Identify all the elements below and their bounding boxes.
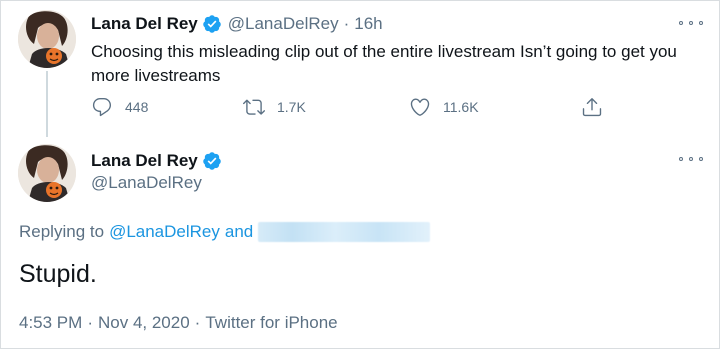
heart-icon (410, 98, 430, 116)
tweet-author: Lana Del Rey (91, 150, 228, 172)
replying-to: Replying to @LanaDelRey and (19, 220, 431, 244)
avatar[interactable] (18, 10, 76, 68)
reply-button[interactable]: 448 (91, 96, 148, 118)
display-name[interactable]: Lana Del Rey (91, 151, 198, 171)
tweet-header: Lana Del Rey @LanaDelRey · 16h (91, 13, 383, 35)
avatar[interactable] (18, 144, 76, 202)
tweet-source[interactable]: Twitter for iPhone (205, 313, 337, 332)
separator: · (343, 14, 350, 33)
tweet-text: Choosing this misleading clip out of the… (91, 42, 677, 85)
reply-icon (92, 98, 112, 117)
replying-label: Replying to (19, 222, 105, 241)
user-handle[interactable]: @LanaDelRey (228, 14, 339, 34)
tweet-card: Lana Del Rey @LanaDelRey · 16h Choosing … (0, 0, 720, 349)
share-button[interactable] (581, 96, 615, 118)
share-icon (582, 98, 602, 117)
retweet-icon (243, 99, 265, 115)
like-button[interactable]: 11.6K (409, 96, 479, 118)
tweet-actions: 448 1.7K 11.6K (91, 96, 711, 118)
retweet-button[interactable]: 1.7K (243, 96, 306, 118)
mention-link[interactable]: @LanaDelRey (109, 222, 220, 242)
display-name[interactable]: Lana Del Rey (91, 14, 198, 34)
separator: · (87, 313, 93, 332)
redacted-mention (258, 222, 431, 242)
tweet-meta: 4:53 PM · Nov 4, 2020 · Twitter for iPhone (19, 313, 338, 333)
tweet-date[interactable]: Nov 4, 2020 (98, 313, 190, 332)
retweet-count: 1.7K (277, 99, 306, 115)
more-options-icon[interactable] (679, 154, 703, 164)
user-handle[interactable]: @LanaDelRey (91, 173, 202, 193)
reply-count: 448 (125, 99, 149, 115)
like-count: 11.6K (443, 99, 479, 115)
tweet-time[interactable]: 4:53 PM (19, 313, 82, 332)
replying-and: and (224, 222, 254, 241)
verified-badge-icon (202, 151, 222, 171)
tweet-time[interactable]: 16h (354, 14, 382, 34)
separator: · (194, 313, 201, 332)
more-options-icon[interactable] (679, 18, 703, 28)
tweet-text: Stupid. (19, 260, 97, 288)
verified-badge-icon (202, 14, 222, 34)
thread-line (46, 71, 48, 137)
